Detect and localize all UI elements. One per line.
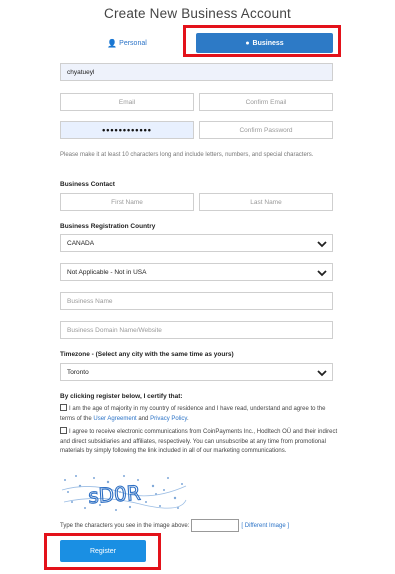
tab-personal-label: Personal [119,39,147,47]
chevron-down-icon [317,270,327,277]
password-help: Please make it at least 10 characters lo… [60,152,314,158]
last-name-placeholder: Last Name [250,198,282,206]
highlight-business-tab [183,25,341,57]
certify-label: By clicking register below, I certify th… [60,393,183,400]
business-name-field[interactable]: Business Name [60,292,333,310]
timezone-label: Timezone - (Select any city with the sam… [60,351,234,358]
chevron-down-icon [317,241,327,248]
communications-text: I agree to receive electronic communicat… [60,429,338,454]
period-text: . [186,415,189,422]
confirm-email-field[interactable]: Confirm Email [199,93,333,111]
user-icon: 👤 [107,38,118,48]
password-field[interactable]: •••••••••••• [60,121,194,139]
age-agreement-row: I am the age of majority in my country o… [60,404,340,424]
age-agreement-checkbox[interactable] [60,404,67,411]
username-field[interactable]: chyatueyl [60,63,333,81]
business-name-placeholder: Business Name [67,297,113,305]
captcha-prompt: Type the characters you see in the image… [60,522,190,529]
business-contact-label: Business Contact [60,181,115,188]
registration-country-label: Business Registration Country [60,223,156,230]
state-value: Not Applicable - Not in USA [67,268,147,276]
state-select[interactable]: Not Applicable - Not in USA [60,263,333,281]
country-value: CANADA [67,239,95,247]
first-name-placeholder: First Name [111,198,143,206]
tab-personal[interactable]: 👤 Personal [60,33,194,53]
last-name-field[interactable]: Last Name [199,193,333,211]
email-placeholder: Email [118,98,136,106]
confirm-password-field[interactable]: Confirm Password [199,121,333,139]
different-image-link[interactable]: [ Different Image ] [241,523,289,529]
business-domain-placeholder: Business Domain Name/Website [67,326,162,334]
highlight-register-button [44,533,161,570]
email-field[interactable]: Email [60,93,194,111]
confirm-password-placeholder: Confirm Password [239,126,293,134]
password-value: •••••••••••• [102,125,152,135]
privacy-policy-link[interactable]: Privacy Policy [150,416,187,422]
first-name-field[interactable]: First Name [60,193,194,211]
business-domain-field[interactable]: Business Domain Name/Website [60,321,333,339]
and-text: and [136,415,151,422]
page-title: Create New Business Account [104,6,291,21]
captcha-input[interactable] [191,519,240,532]
confirm-email-placeholder: Confirm Email [245,98,287,106]
captcha-row: Type the characters you see in the image… [60,519,289,532]
country-select[interactable]: CANADA [60,234,333,252]
captcha-image: sD0R [60,472,188,512]
communications-row: I agree to receive electronic communicat… [60,427,340,457]
timezone-value: Toronto [67,368,89,376]
timezone-select[interactable]: Toronto [60,363,333,381]
communications-checkbox[interactable] [60,427,67,434]
captcha-text: sD0R [87,481,141,509]
chevron-down-icon [317,370,327,377]
user-agreement-link[interactable]: User Agreement [93,416,136,422]
username-value: chyatueyl [67,68,95,76]
